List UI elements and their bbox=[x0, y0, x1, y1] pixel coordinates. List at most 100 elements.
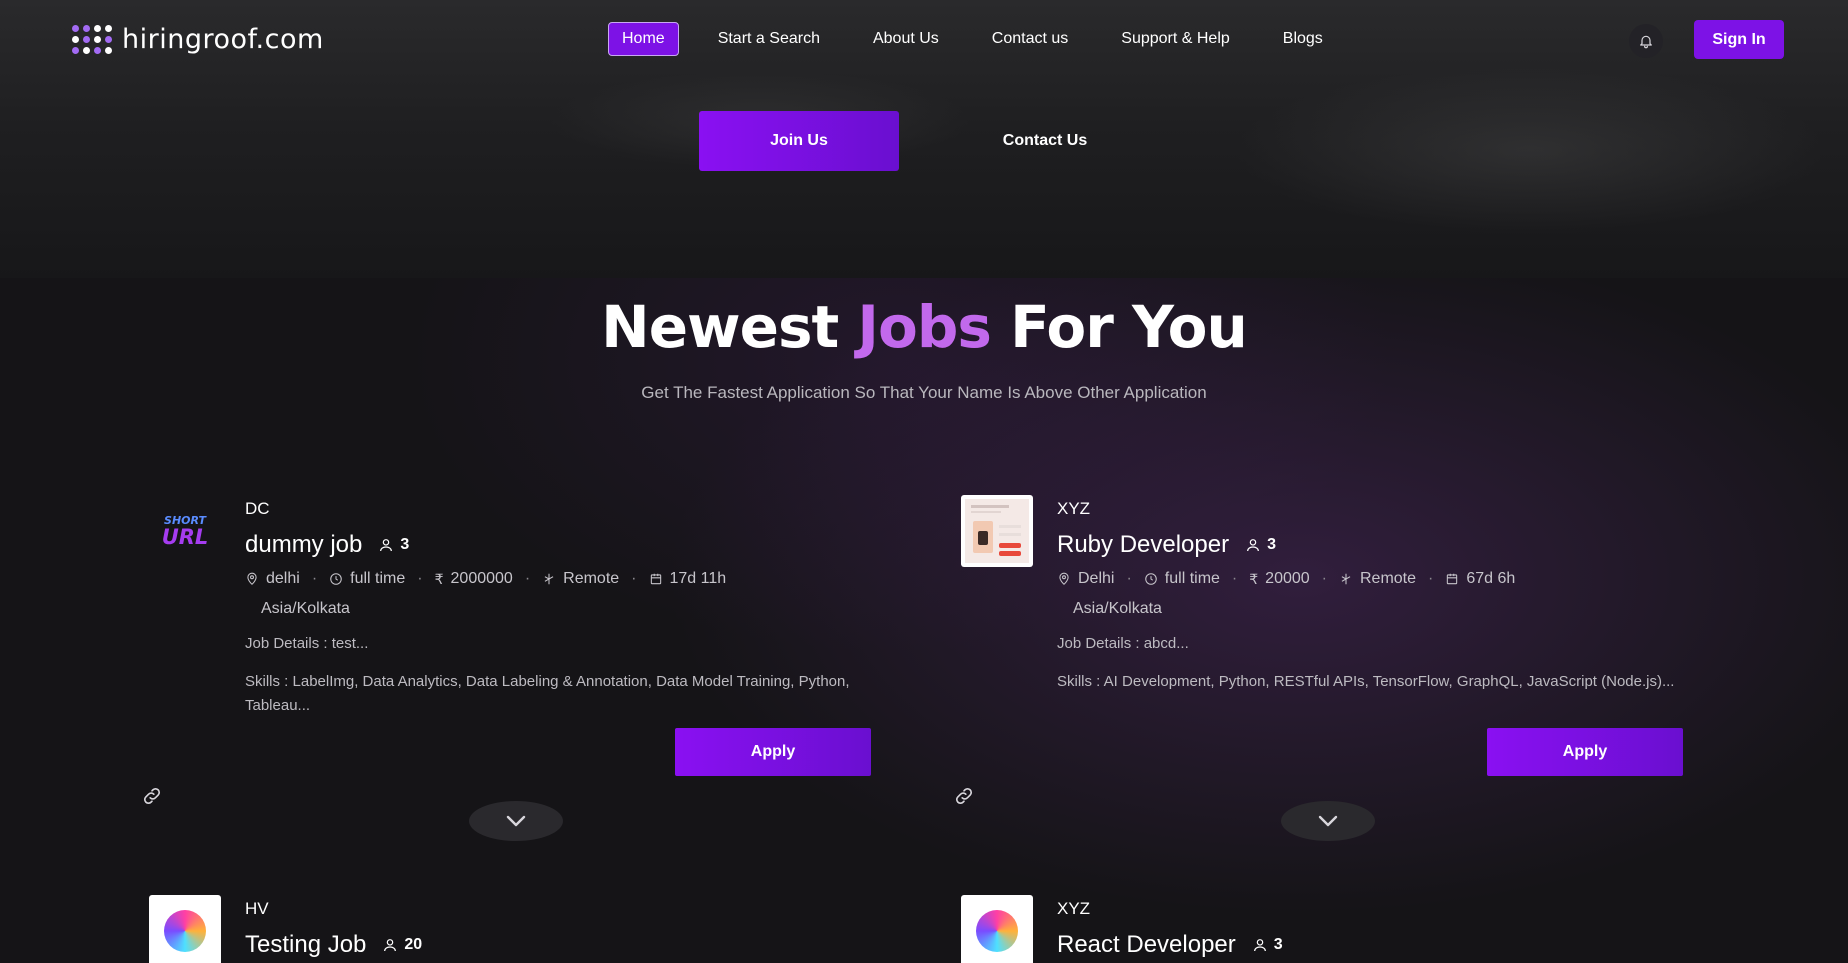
navbar: hiringroof.com Home Start a Search About… bbox=[0, 0, 1848, 80]
location-text: delhi bbox=[266, 570, 300, 587]
job-title-row: Testing Job 20 bbox=[245, 931, 422, 959]
nav-blogs[interactable]: Blogs bbox=[1269, 22, 1337, 56]
user-icon bbox=[384, 939, 397, 952]
job-title-row: dummy job 3 bbox=[245, 531, 409, 559]
job-title[interactable]: Testing Job bbox=[245, 931, 366, 959]
job-meta: Delhi · full time · ₹ 20000 · Remote · 6… bbox=[1057, 570, 1515, 588]
title-accent: Jobs bbox=[857, 293, 991, 361]
timezone: Asia/Kolkata bbox=[1073, 600, 1162, 617]
job-title[interactable]: Ruby Developer bbox=[1057, 531, 1229, 559]
openings-count: 3 bbox=[378, 536, 409, 554]
bell-icon bbox=[1640, 35, 1652, 49]
logo-url-text: URL bbox=[161, 525, 209, 549]
main-nav: Home Start a Search About Us Contact us … bbox=[608, 22, 1362, 56]
job-details: Job Details : abcd... bbox=[1057, 635, 1189, 652]
meta-type: full time bbox=[1144, 570, 1220, 588]
share-link-button[interactable] bbox=[953, 785, 975, 812]
expand-button[interactable] bbox=[1281, 801, 1375, 841]
user-icon bbox=[1253, 939, 1266, 952]
type-text: full time bbox=[350, 570, 406, 587]
company-name: HV bbox=[245, 899, 269, 918]
posted-text: 67d 6h bbox=[1466, 570, 1516, 587]
company-name: XYZ bbox=[1057, 899, 1091, 918]
meta-salary: ₹ 2000000 bbox=[435, 570, 513, 588]
job-title-row: React Developer 3 bbox=[1057, 931, 1283, 959]
location-pin-icon bbox=[247, 572, 257, 585]
location-text: Delhi bbox=[1078, 570, 1115, 587]
job-title-row: Ruby Developer 3 bbox=[1057, 531, 1276, 559]
timezone: Asia/Kolkata bbox=[261, 600, 350, 617]
share-link-button[interactable] bbox=[141, 785, 163, 812]
job-skills: Skills : LabelImg, Data Analytics, Data … bbox=[245, 673, 850, 714]
salary-text: 20000 bbox=[1265, 570, 1310, 587]
join-us-button[interactable]: Join Us bbox=[699, 111, 899, 171]
rupee-icon: ₹ bbox=[1249, 570, 1259, 587]
posted-text: 17d 11h bbox=[669, 570, 727, 587]
openings-value: 3 bbox=[400, 536, 410, 553]
job-meta: delhi · full time · ₹ 2000000 · Remote ·… bbox=[245, 570, 726, 588]
title-part-1: Newest bbox=[601, 293, 858, 361]
apply-button[interactable]: Apply bbox=[675, 728, 871, 776]
nav-start-search[interactable]: Start a Search bbox=[704, 22, 834, 56]
clock-icon bbox=[1145, 573, 1157, 585]
location-pin-icon bbox=[1059, 572, 1069, 585]
job-card: SHORT URL DC dummy job 3 delhi · full ti… bbox=[143, 495, 929, 841]
job-details: Job Details : test... bbox=[245, 635, 369, 652]
nav-contact-us[interactable]: Contact us bbox=[978, 22, 1082, 56]
section-title: Newest Jobs For You bbox=[0, 293, 1848, 361]
logo-text: hiringroof.com bbox=[122, 24, 324, 55]
company-logo bbox=[961, 495, 1033, 567]
calendar-icon bbox=[650, 573, 661, 585]
expand-button[interactable] bbox=[469, 801, 563, 841]
meta-type: full time bbox=[329, 570, 405, 588]
openings-count: 3 bbox=[1245, 536, 1276, 554]
company-name: XYZ bbox=[1057, 499, 1091, 518]
openings-count: 3 bbox=[1252, 936, 1283, 954]
calendar-icon bbox=[1447, 573, 1458, 585]
clock-icon bbox=[330, 573, 342, 585]
type-text: full time bbox=[1164, 570, 1220, 587]
site-logo[interactable]: hiringroof.com bbox=[72, 24, 324, 55]
meta-location: delhi bbox=[245, 570, 300, 588]
meta-mode: Remote bbox=[542, 570, 619, 588]
nav-about-us[interactable]: About Us bbox=[859, 22, 953, 56]
nav-home[interactable]: Home bbox=[608, 22, 679, 56]
job-title[interactable]: React Developer bbox=[1057, 931, 1236, 959]
apply-button[interactable]: Apply bbox=[1487, 728, 1683, 776]
company-name: DC bbox=[245, 499, 270, 518]
meta-posted: 17d 11h bbox=[649, 570, 727, 588]
chevron-down-icon bbox=[1318, 815, 1338, 827]
mode-text: Remote bbox=[563, 570, 620, 587]
openings-value: 3 bbox=[1267, 536, 1276, 553]
job-title[interactable]: dummy job bbox=[245, 531, 362, 559]
title-part-2: For You bbox=[990, 293, 1248, 361]
remote-icon bbox=[1341, 573, 1351, 585]
job-card: XYZ React Developer 3 bbox=[961, 895, 1741, 963]
logo-dots-icon bbox=[72, 25, 112, 54]
link-icon bbox=[143, 787, 161, 805]
openings-value: 20 bbox=[404, 936, 423, 953]
nav-support-help[interactable]: Support & Help bbox=[1107, 22, 1244, 56]
link-icon bbox=[955, 787, 973, 805]
mode-text: Remote bbox=[1360, 570, 1417, 587]
meta-mode: Remote bbox=[1339, 570, 1416, 588]
company-logo bbox=[961, 895, 1033, 963]
job-skills: Skills : AI Development, Python, RESTful… bbox=[1057, 673, 1675, 690]
job-card: XYZ Ruby Developer 3 Delhi · full time ·… bbox=[955, 495, 1741, 841]
section-subtitle: Get The Fastest Application So That Your… bbox=[641, 383, 1207, 402]
meta-location: Delhi bbox=[1057, 570, 1114, 588]
chevron-down-icon bbox=[506, 815, 526, 827]
openings-value: 3 bbox=[1273, 936, 1283, 953]
job-card: HV Testing Job 20 bbox=[149, 895, 929, 963]
gradient-logo-icon bbox=[976, 910, 1018, 952]
meta-salary: ₹ 20000 bbox=[1249, 570, 1309, 588]
contact-us-button[interactable]: Contact Us bbox=[945, 111, 1145, 171]
rupee-icon: ₹ bbox=[434, 570, 444, 587]
meta-posted: 67d 6h bbox=[1445, 570, 1515, 588]
sign-in-button[interactable]: Sign In bbox=[1694, 20, 1784, 59]
company-logo: SHORT URL bbox=[149, 495, 221, 567]
salary-text: 2000000 bbox=[450, 570, 513, 587]
remote-icon bbox=[544, 573, 554, 585]
gradient-logo-icon bbox=[164, 910, 206, 952]
notifications-button[interactable] bbox=[1629, 24, 1663, 58]
